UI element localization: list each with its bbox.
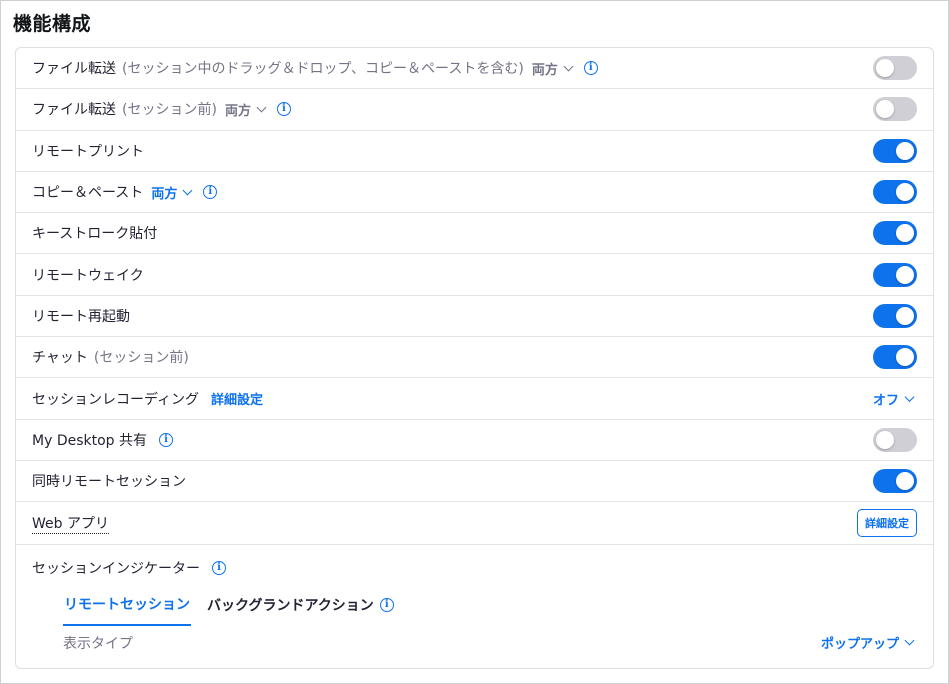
info-icon[interactable]: i (212, 561, 226, 576)
file-transfer-pre-session-toggle[interactable] (873, 97, 917, 122)
row-label: ファイル転送 (32, 102, 116, 119)
row-chat: チャット (セッション前) (16, 337, 933, 379)
session-indicator-tabs: リモートセッション バックグランドアクション i (63, 592, 410, 627)
toggle-knob (896, 348, 914, 367)
concurrent-sessions-toggle[interactable] (873, 469, 917, 494)
row-label: セッションレコーディング (32, 391, 200, 408)
info-icon[interactable]: i (276, 102, 291, 117)
row-my-desktop-share: My Desktop 共有 i (16, 420, 933, 461)
page-title: 機能構成 (13, 13, 92, 35)
feature-config-panel: ファイル転送 (セッション中のドラッグ＆ドロップ、コピー＆ペーストを含む) 両方… (15, 47, 934, 669)
my-desktop-share-toggle[interactable] (873, 427, 917, 452)
row-label: My Desktop 共有 (32, 432, 148, 449)
chevron-down-icon (563, 61, 574, 72)
toggle-knob (896, 183, 914, 202)
row-label: Web アプリ (32, 513, 109, 534)
row-label: リモート再起動 (32, 308, 130, 325)
toggle-knob (896, 224, 914, 243)
row-file-transfer-in-session: ファイル転送 (セッション中のドラッグ＆ドロップ、コピー＆ペーストを含む) 両方… (16, 48, 933, 90)
row-label: リモートウェイク (32, 267, 144, 284)
file-transfer-direction-dropdown[interactable]: 両方 (531, 59, 574, 78)
display-type-label: 表示タイプ (63, 636, 133, 653)
info-icon[interactable]: i (203, 185, 218, 200)
toggle-knob (876, 59, 894, 78)
remote-wake-toggle[interactable] (873, 262, 917, 287)
toggle-knob (876, 430, 894, 449)
tab-remote-session[interactable]: リモートセッション (63, 592, 191, 627)
dropdown-value: 両方 (151, 186, 178, 202)
chat-toggle[interactable] (873, 345, 917, 370)
remote-print-toggle[interactable] (873, 138, 917, 163)
chevron-down-icon (256, 102, 267, 113)
toggle-knob (896, 472, 914, 491)
keystroke-paste-toggle[interactable] (873, 221, 917, 246)
row-sublabel: (セッション中のドラッグ＆ドロップ、コピー＆ペーストを含む) (122, 61, 524, 78)
dropdown-value: 両方 (531, 62, 558, 78)
settings-frame: 機能構成 ファイル転送 (セッション中のドラッグ＆ドロップ、コピー＆ペーストを含… (0, 0, 949, 684)
row-label: コピー＆ペースト (32, 185, 144, 202)
toggle-knob (896, 265, 914, 284)
web-app-advanced-button[interactable]: 詳細設定 (857, 509, 917, 538)
row-remote-print: リモートプリント (16, 131, 933, 172)
info-icon[interactable]: i (159, 432, 174, 447)
chevron-down-icon (904, 391, 915, 402)
session-recording-dropdown[interactable]: オフ (872, 389, 915, 409)
info-icon[interactable]: i (583, 61, 598, 76)
dropdown-value: 両方 (224, 103, 251, 119)
row-label: リモートプリント (32, 143, 144, 160)
chevron-down-icon (182, 185, 193, 195)
info-icon[interactable]: i (379, 598, 394, 613)
row-concurrent-sessions: 同時リモートセッション (16, 461, 933, 503)
row-sublabel: (セッション前) (93, 350, 189, 367)
row-label: キーストローク貼付 (32, 226, 158, 243)
toggle-knob (896, 306, 914, 325)
row-label: セッションインジケーター (32, 561, 200, 578)
row-label: ファイル転送 (32, 61, 116, 78)
row-copy-paste: コピー＆ペースト 両方 i (16, 172, 933, 214)
file-transfer-in-session-toggle[interactable] (873, 56, 917, 81)
dropdown-value: ポップアップ (820, 637, 899, 653)
row-file-transfer-pre-session: ファイル転送 (セッション前) 両方 i (16, 89, 933, 131)
tab-background-action[interactable]: バックグランドアクション i (207, 592, 394, 626)
file-transfer-pre-direction-dropdown[interactable]: 両方 (224, 100, 267, 119)
row-label: 同時リモートセッション (32, 474, 186, 491)
tab-label: バックグランドアクション (207, 598, 374, 615)
remote-reboot-toggle[interactable] (873, 303, 917, 328)
row-remote-wake: リモートウェイク (16, 254, 933, 296)
chevron-down-icon (904, 635, 915, 646)
dropdown-value: オフ (872, 393, 899, 409)
row-session-recording: セッションレコーディング 詳細設定 オフ (16, 378, 933, 420)
row-label: チャット (32, 350, 88, 367)
session-recording-advanced-link[interactable]: 詳細設定 (211, 389, 263, 408)
row-remote-reboot: リモート再起動 (16, 296, 933, 338)
row-keystroke-paste: キーストローク貼付 (16, 213, 933, 255)
row-web-app: Web アプリ 詳細設定 (16, 502, 933, 546)
copy-paste-toggle[interactable] (873, 180, 917, 205)
toggle-knob (896, 141, 914, 160)
toggle-knob (876, 100, 894, 119)
session-indicator-header: セッションインジケーター i (32, 558, 226, 578)
session-indicator-section: セッションインジケーター i リモートセッション バックグランドアクション i … (16, 545, 933, 668)
copy-paste-direction-dropdown[interactable]: 両方 (151, 183, 193, 202)
row-sublabel: (セッション前) (122, 102, 217, 119)
display-type-dropdown[interactable]: ポップアップ (820, 633, 915, 653)
